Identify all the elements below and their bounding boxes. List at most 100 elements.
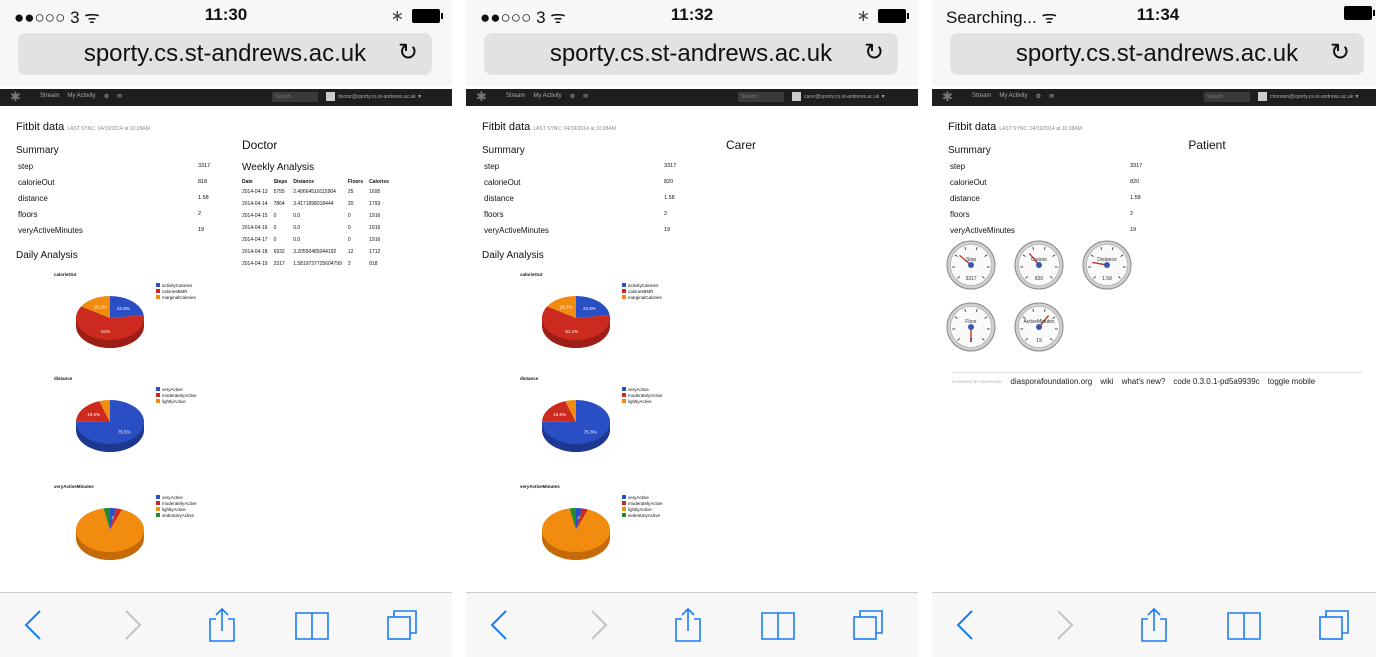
- header-link[interactable]: Stream: [506, 93, 525, 100]
- battery-icon: [412, 9, 443, 23]
- summary-key: floors: [18, 209, 38, 219]
- column-header: Floors: [347, 178, 364, 185]
- back-chevron-icon[interactable]: [480, 605, 520, 645]
- legend-swatch: [156, 295, 160, 299]
- daily-analysis-heading: Daily Analysis: [16, 250, 78, 261]
- reload-icon[interactable]: ↻: [864, 38, 884, 67]
- legend-label: caloriesBMR: [628, 288, 654, 294]
- tabs-icon[interactable]: [1314, 605, 1354, 645]
- back-chevron-icon[interactable]: [946, 605, 986, 645]
- footer-link[interactable]: diasporafoundation.org: [1010, 377, 1092, 386]
- header-link[interactable]: My Activity: [67, 93, 95, 100]
- legend-swatch: [156, 495, 160, 499]
- pie-slice-label: 16.1%: [560, 304, 573, 309]
- share-icon[interactable]: [1134, 605, 1174, 645]
- avatar[interactable]: [326, 92, 335, 101]
- messages-icon[interactable]: ✉: [583, 93, 588, 100]
- legend-label: sedentaryActive: [162, 512, 195, 518]
- header-link[interactable]: Stream: [972, 93, 991, 100]
- notifications-icon[interactable]: ⚙: [104, 93, 109, 100]
- table-cell: 3.20550485044192: [293, 249, 337, 255]
- legend-swatch: [156, 507, 160, 511]
- url-bar[interactable]: sporty.cs.st-andrews.ac.uk ↻: [950, 33, 1364, 75]
- notifications-icon[interactable]: ⚙: [1036, 93, 1041, 100]
- table-row: 2014-04-18 6932 3.20550485044192 12 1712: [242, 246, 395, 258]
- back-chevron-icon[interactable]: [14, 605, 54, 645]
- summary-row: floors 2: [950, 206, 1146, 222]
- table-cell: 0.0: [293, 213, 301, 219]
- avatar[interactable]: [792, 92, 801, 101]
- role-heading: Carer: [725, 138, 756, 152]
- book-icon[interactable]: [1224, 605, 1264, 645]
- browser-toolbar: [0, 592, 452, 657]
- header-link[interactable]: My Activity: [999, 93, 1027, 100]
- phone-screen: ●●○○○ 3 ᯤ 11:32 ∗ sporty.cs.st-andrews.ac.u…: [466, 0, 918, 657]
- tabs-icon[interactable]: [382, 605, 422, 645]
- footer-link[interactable]: code 0.3.0.1-pd5a9939c: [1173, 377, 1259, 386]
- diaspora-logo-icon[interactable]: ✱: [942, 89, 953, 105]
- summary-key: veryActiveMinutes: [18, 225, 83, 235]
- user-menu[interactable]: carer@sporty.cs.st-andrews.ac.uk ▼: [804, 94, 886, 100]
- main-content: Fitbit data LAST SYNC: 04/19/2014 at 10:2…: [0, 110, 452, 592]
- messages-icon[interactable]: ✉: [1049, 93, 1054, 100]
- notifications-icon[interactable]: ⚙: [570, 93, 575, 100]
- gauge-dial: Calorie 820: [1014, 240, 1064, 290]
- forward-chevron-icon[interactable]: [112, 605, 152, 645]
- url-bar-area: sporty.cs.st-andrews.ac.uk ↻: [932, 30, 1376, 86]
- gauge-value: 19: [1036, 338, 1042, 344]
- url-bar[interactable]: sporty.cs.st-andrews.ac.uk ↻: [484, 33, 898, 75]
- column-header: Steps: [273, 178, 288, 185]
- summary-value: 19: [1130, 227, 1137, 233]
- search-input[interactable]: Search: [738, 92, 784, 102]
- header-link[interactable]: My Activity: [533, 93, 561, 100]
- forward-chevron-icon[interactable]: [578, 605, 618, 645]
- share-icon[interactable]: [668, 605, 708, 645]
- legend-swatch: [156, 399, 160, 403]
- user-menu[interactable]: doctor@sporty.cs.st-andrews.ac.uk ▼: [338, 94, 422, 100]
- legend-item: lightlyActive: [156, 398, 197, 404]
- book-icon[interactable]: [758, 605, 798, 645]
- legend-item: marginalCalories: [156, 294, 196, 300]
- header-links: Stream My Activity ⚙ ✉: [40, 93, 122, 100]
- user-menu[interactable]: chorsten@sporty.cs.st-andrews.ac.uk ▼: [1270, 94, 1359, 100]
- pie-slice-label: 22.8%: [117, 306, 130, 311]
- legend-item: sedentaryActive: [156, 512, 197, 518]
- tabs-icon[interactable]: [848, 605, 888, 645]
- footer-link[interactable]: wiki: [1100, 377, 1113, 386]
- fitbit-title: Fitbit data LAST SYNC: 04/19/2014 at 10:2…: [16, 121, 150, 133]
- legend-label: activityCalories: [162, 282, 193, 288]
- header-link[interactable]: Stream: [40, 93, 59, 100]
- avatar[interactable]: [1258, 92, 1267, 101]
- header-links: Stream My Activity ⚙ ✉: [506, 93, 588, 100]
- footer-link[interactable]: toggle mobile: [1268, 377, 1316, 386]
- share-icon[interactable]: [202, 605, 242, 645]
- reload-icon[interactable]: ↻: [1330, 38, 1350, 67]
- legend-swatch: [622, 507, 626, 511]
- legend-swatch: [156, 501, 160, 505]
- legend-swatch: [622, 501, 626, 505]
- site-header: ✱ Stream My Activity ⚙ ✉ Search doctor@sporty.…: [0, 89, 452, 106]
- summary-key: step: [484, 161, 500, 171]
- diaspora-logo-icon[interactable]: ✱: [476, 89, 487, 105]
- pie-slice-label: 22.8%: [583, 306, 596, 311]
- messages-icon[interactable]: ✉: [117, 93, 122, 100]
- reload-icon[interactable]: ↻: [398, 38, 418, 67]
- legend-label: marginalCalories: [162, 294, 196, 300]
- status-bar: ●●○○○ 3 ᯤ 11:30 ∗: [0, 0, 452, 30]
- footer-link[interactable]: what's new?: [1122, 377, 1166, 386]
- url-bar[interactable]: sporty.cs.st-andrews.ac.uk ↻: [18, 33, 432, 75]
- table-cell: 20: [347, 201, 354, 207]
- diaspora-logo-icon[interactable]: ✱: [10, 89, 21, 105]
- legend-swatch: [156, 513, 160, 517]
- summary-value: 1.58: [664, 195, 675, 201]
- summary-row: veryActiveMinutes 19: [950, 222, 1146, 238]
- table-cell: 2014-04-18: [242, 249, 268, 255]
- browser-toolbar: [932, 592, 1376, 657]
- table-cell: 0: [347, 225, 351, 231]
- last-sync: LAST SYNC: 04/19/2014 at 10:28AM: [67, 126, 150, 132]
- search-input[interactable]: Search: [1204, 92, 1250, 102]
- book-icon[interactable]: [292, 605, 332, 645]
- forward-chevron-icon[interactable]: [1044, 605, 1084, 645]
- last-sync: LAST SYNC: 04/19/2014 at 10:28AM: [999, 126, 1082, 132]
- search-input[interactable]: Search: [272, 92, 318, 102]
